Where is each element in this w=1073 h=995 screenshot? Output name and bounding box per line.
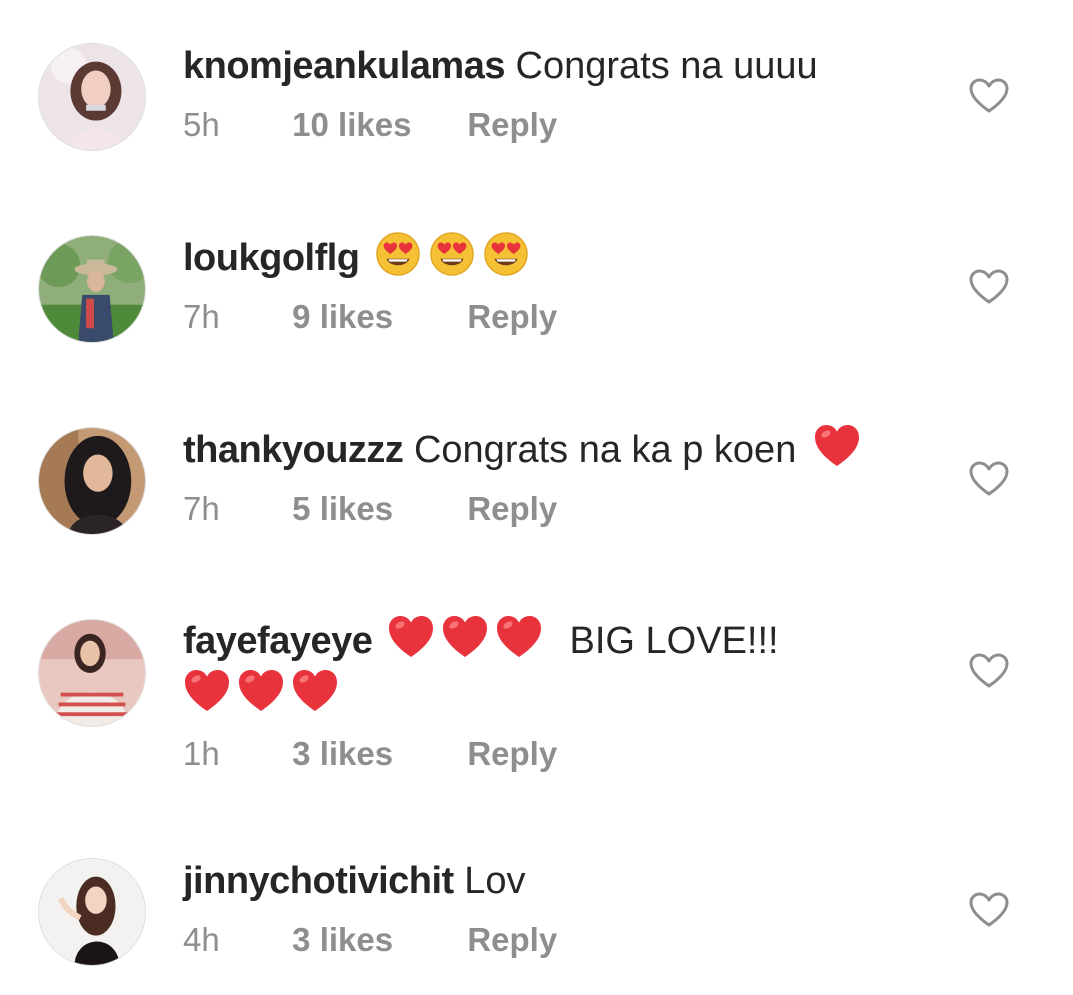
comment-body: thankyouzzz Congrats na ka p koen 7h 5 l… [183,423,923,529]
avatar-image [39,44,145,150]
comment-time: 4h [183,921,220,958]
comment-likes[interactable]: 3 likes [292,920,458,960]
comment-body: jinnychotivichit Lov 4h 3 likes Reply [183,854,923,960]
comment-username[interactable]: knomjeankulamas [183,45,505,87]
comment-likes[interactable]: 9 likes [292,297,458,337]
comment-body: fayefayeye BIG LOVE!!! 1h 3 likes Reply [183,614,923,774]
avatar[interactable] [38,427,146,535]
emoji-group [387,614,549,668]
red-heart-emoji [387,614,435,660]
comment-line-2 [183,668,923,722]
heart-outline-icon[interactable] [968,460,1010,498]
comment-username[interactable]: jinnychotivichit [183,860,454,902]
comment-username[interactable]: thankyouzzz [183,429,404,471]
comment-text: Lov [464,860,526,902]
avatar-image [39,236,145,342]
heart-outline-icon[interactable] [968,652,1010,690]
comment-time: 1h [183,735,220,772]
red-heart-emoji [237,668,285,714]
red-heart-emoji [183,668,231,714]
heart-outline-icon[interactable] [968,77,1010,115]
comment-body: loukgolflg 7h 9 likes Reply [183,231,923,337]
avatar-image [39,428,145,534]
comment-time: 5h [183,106,220,143]
red-heart-emoji [291,668,339,714]
comment-body: knomjeankulamas Congrats na uuuu 5h 10 l… [183,39,923,145]
avatar-image [39,620,145,726]
reply-button[interactable]: Reply [467,489,557,529]
reply-button[interactable]: Reply [467,734,557,774]
comment-likes[interactable]: 10 likes [292,105,458,145]
heart-eyes-emoji [428,231,476,277]
heart-outline-icon[interactable] [968,268,1010,306]
reply-button[interactable]: Reply [467,105,557,145]
reply-button[interactable]: Reply [467,920,557,960]
comment-line: jinnychotivichit Lov [183,854,923,908]
avatar[interactable] [38,235,146,343]
comment-username[interactable]: loukgolflg [183,237,360,279]
emoji-group [374,231,536,285]
comment-username[interactable]: fayefayeye [183,620,373,662]
heart-outline-icon[interactable] [968,891,1010,929]
red-heart-emoji [441,614,489,660]
avatar[interactable] [38,43,146,151]
comment-likes[interactable]: 3 likes [292,734,458,774]
avatar-image [39,859,145,965]
comment-likes[interactable]: 5 likes [292,489,458,529]
comment-time: 7h [183,490,220,527]
avatar[interactable] [38,619,146,727]
comment-meta: 4h 3 likes Reply [183,920,923,960]
comment-text: Congrats na ka p koen [413,429,797,471]
heart-eyes-emoji [374,231,422,277]
red-heart-emoji [495,614,543,660]
comment-text: Congrats na uuuu [515,45,818,87]
heart-eyes-emoji [482,231,530,277]
comment-text: BIG LOVE!!! [569,620,779,662]
avatar[interactable] [38,858,146,966]
comment-time: 7h [183,298,220,335]
comment-line: loukgolflg [183,231,923,285]
comment-line: thankyouzzz Congrats na ka p koen [183,423,923,477]
comment-meta: 7h 5 likes Reply [183,489,923,529]
comment-line: knomjeankulamas Congrats na uuuu [183,39,923,93]
comment-line: fayefayeye BIG LOVE!!! [183,614,923,668]
comment-meta: 5h 10 likes Reply [183,105,923,145]
reply-button[interactable]: Reply [467,297,557,337]
red-heart-emoji [813,423,861,469]
comment-meta: 7h 9 likes Reply [183,297,923,337]
comment-meta: 1h 3 likes Reply [183,734,923,774]
